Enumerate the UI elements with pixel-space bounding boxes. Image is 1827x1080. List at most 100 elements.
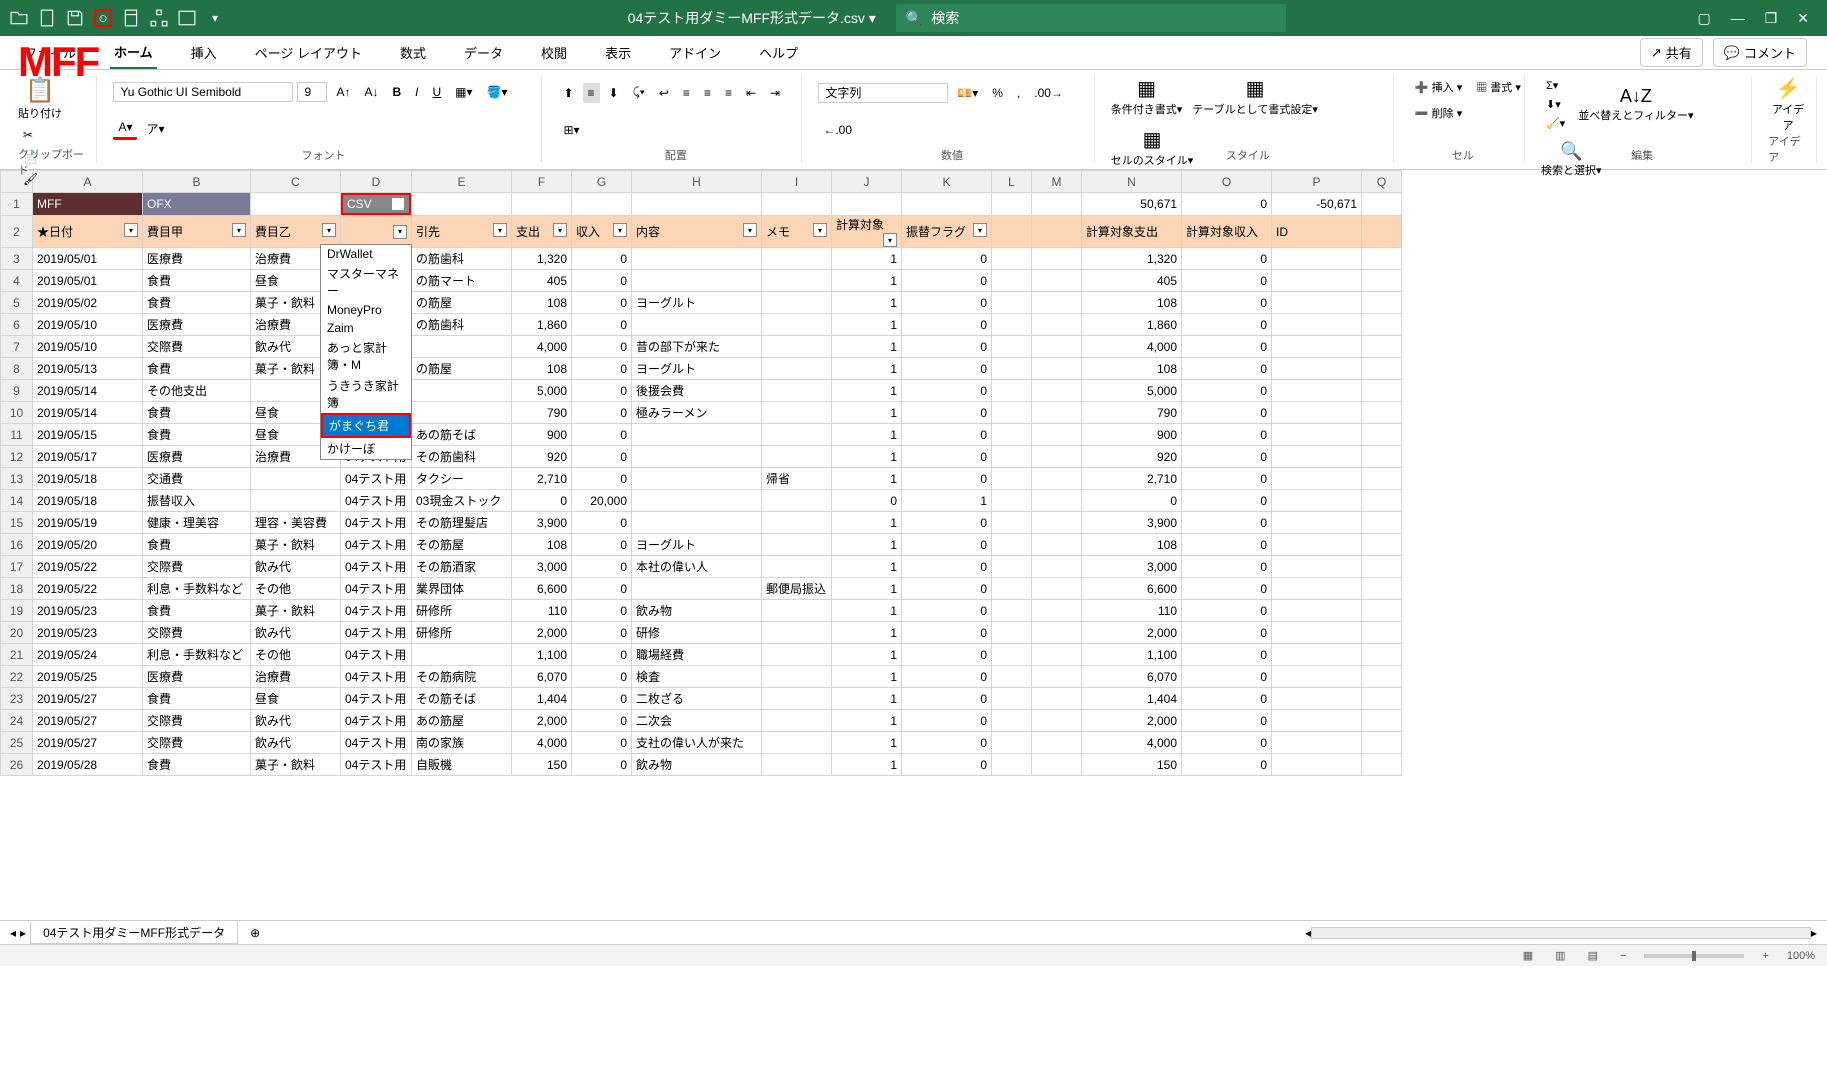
cell[interactable] bbox=[1032, 710, 1082, 732]
cell[interactable]: 二枚ざる bbox=[632, 688, 762, 710]
cell[interactable] bbox=[251, 468, 341, 490]
cell[interactable]: 菓子・飲料 bbox=[251, 754, 341, 776]
header-cell[interactable]: 引先▾ bbox=[412, 216, 512, 248]
cell[interactable] bbox=[762, 336, 832, 358]
increase-indent-icon[interactable]: ⇥ bbox=[765, 83, 785, 103]
cell[interactable]: ヨーグルト bbox=[632, 534, 762, 556]
cell[interactable] bbox=[632, 270, 762, 292]
cell[interactable] bbox=[1272, 688, 1362, 710]
cell[interactable] bbox=[1032, 193, 1082, 216]
maximize-icon[interactable]: ❐ bbox=[1765, 10, 1778, 27]
cell[interactable]: 食費 bbox=[143, 358, 251, 380]
cell[interactable]: 0 bbox=[1182, 402, 1272, 424]
cell[interactable]: 2019/05/01 bbox=[33, 270, 143, 292]
cell[interactable] bbox=[762, 732, 832, 754]
cell[interactable] bbox=[902, 193, 992, 216]
cell[interactable] bbox=[1362, 512, 1402, 534]
clear-icon[interactable]: 🧹▾ bbox=[1541, 114, 1570, 133]
cell[interactable]: 4,000 bbox=[1082, 336, 1182, 358]
cell[interactable] bbox=[1272, 754, 1362, 776]
cell[interactable]: 6,070 bbox=[512, 666, 572, 688]
header-cell[interactable]: 振替フラグ▾ bbox=[902, 216, 992, 248]
cell[interactable]: 2019/05/10 bbox=[33, 336, 143, 358]
cell[interactable]: 1 bbox=[832, 710, 902, 732]
cell[interactable]: 0 bbox=[902, 644, 992, 666]
column-header[interactable]: K bbox=[902, 171, 992, 193]
cell[interactable] bbox=[632, 314, 762, 336]
cell[interactable]: 極みラーメン bbox=[632, 402, 762, 424]
cell[interactable]: 食費 bbox=[143, 424, 251, 446]
cell[interactable]: 0 bbox=[572, 688, 632, 710]
decrease-indent-icon[interactable]: ⇤ bbox=[741, 83, 761, 103]
row-header[interactable]: 6 bbox=[1, 314, 33, 336]
cell[interactable]: 0 bbox=[1182, 248, 1272, 270]
cell[interactable]: の筋屋 bbox=[412, 292, 512, 314]
qat-dropdown-icon[interactable]: ▾ bbox=[206, 9, 224, 27]
cell[interactable]: 交際費 bbox=[143, 710, 251, 732]
cell[interactable]: 飲み代 bbox=[251, 732, 341, 754]
cell[interactable] bbox=[762, 270, 832, 292]
cell[interactable]: MFF bbox=[33, 193, 143, 216]
cell[interactable] bbox=[412, 402, 512, 424]
row-header[interactable]: 26 bbox=[1, 754, 33, 776]
cell[interactable] bbox=[632, 512, 762, 534]
format-cells-button[interactable]: ▦ 書式 ▾ bbox=[1471, 76, 1526, 98]
border-button[interactable]: ▦▾ bbox=[450, 82, 477, 102]
cell[interactable] bbox=[632, 424, 762, 446]
cell[interactable] bbox=[1272, 446, 1362, 468]
cell[interactable]: 2,000 bbox=[512, 622, 572, 644]
zoom-out-icon[interactable]: − bbox=[1616, 948, 1630, 964]
cell[interactable] bbox=[762, 193, 832, 216]
cell[interactable]: 1 bbox=[832, 424, 902, 446]
cell[interactable] bbox=[992, 336, 1032, 358]
cell[interactable] bbox=[762, 424, 832, 446]
cell[interactable]: 1 bbox=[832, 358, 902, 380]
conditional-format-icon[interactable]: ▦ bbox=[1137, 78, 1156, 100]
cell[interactable]: 405 bbox=[1082, 270, 1182, 292]
row-header[interactable]: 13 bbox=[1, 468, 33, 490]
cell[interactable]: 790 bbox=[512, 402, 572, 424]
cell[interactable]: 食費 bbox=[143, 292, 251, 314]
cell[interactable] bbox=[1362, 732, 1402, 754]
header-cell[interactable]: 費目甲▾ bbox=[143, 216, 251, 248]
cell[interactable]: あの筋屋 bbox=[412, 710, 512, 732]
cell[interactable]: その筋理髪店 bbox=[412, 512, 512, 534]
cell[interactable] bbox=[762, 446, 832, 468]
cell[interactable]: 0 bbox=[572, 512, 632, 534]
column-header[interactable]: N bbox=[1082, 171, 1182, 193]
cell[interactable] bbox=[1272, 490, 1362, 512]
cell[interactable] bbox=[1032, 424, 1082, 446]
filter-icon[interactable]: ▾ bbox=[322, 223, 336, 237]
close-icon[interactable]: ✕ bbox=[1797, 10, 1809, 27]
column-header[interactable]: F bbox=[512, 171, 572, 193]
cell[interactable]: 04テスト用 bbox=[341, 754, 412, 776]
cell[interactable] bbox=[1362, 644, 1402, 666]
cell[interactable] bbox=[992, 556, 1032, 578]
cell[interactable]: 0 bbox=[902, 622, 992, 644]
cell[interactable]: 郵便局振込 bbox=[762, 578, 832, 600]
cell[interactable]: 1 bbox=[832, 666, 902, 688]
cell[interactable]: 3,900 bbox=[512, 512, 572, 534]
cell[interactable] bbox=[1362, 314, 1402, 336]
cell[interactable]: 0 bbox=[902, 314, 992, 336]
cell[interactable] bbox=[1032, 732, 1082, 754]
cell[interactable] bbox=[1032, 512, 1082, 534]
cell[interactable]: 110 bbox=[512, 600, 572, 622]
cell[interactable]: 0 bbox=[1182, 292, 1272, 314]
filter-icon[interactable]: ▾ bbox=[393, 225, 407, 239]
cell[interactable]: 04テスト用 bbox=[341, 556, 412, 578]
cell[interactable]: 後援会費 bbox=[632, 380, 762, 402]
cell[interactable]: 0 bbox=[1182, 380, 1272, 402]
cell[interactable] bbox=[1032, 666, 1082, 688]
cell[interactable]: 0 bbox=[902, 688, 992, 710]
cell[interactable] bbox=[1362, 446, 1402, 468]
cell[interactable]: 6,600 bbox=[1082, 578, 1182, 600]
cell[interactable]: 利息・手数料など bbox=[143, 578, 251, 600]
cell[interactable]: 0 bbox=[902, 358, 992, 380]
cell[interactable]: 2019/05/23 bbox=[33, 622, 143, 644]
cell[interactable]: 04テスト用 bbox=[341, 622, 412, 644]
cell[interactable] bbox=[762, 490, 832, 512]
cell[interactable] bbox=[992, 402, 1032, 424]
cell[interactable]: 2019/05/23 bbox=[33, 600, 143, 622]
align-left-icon[interactable]: ≡ bbox=[678, 83, 695, 103]
